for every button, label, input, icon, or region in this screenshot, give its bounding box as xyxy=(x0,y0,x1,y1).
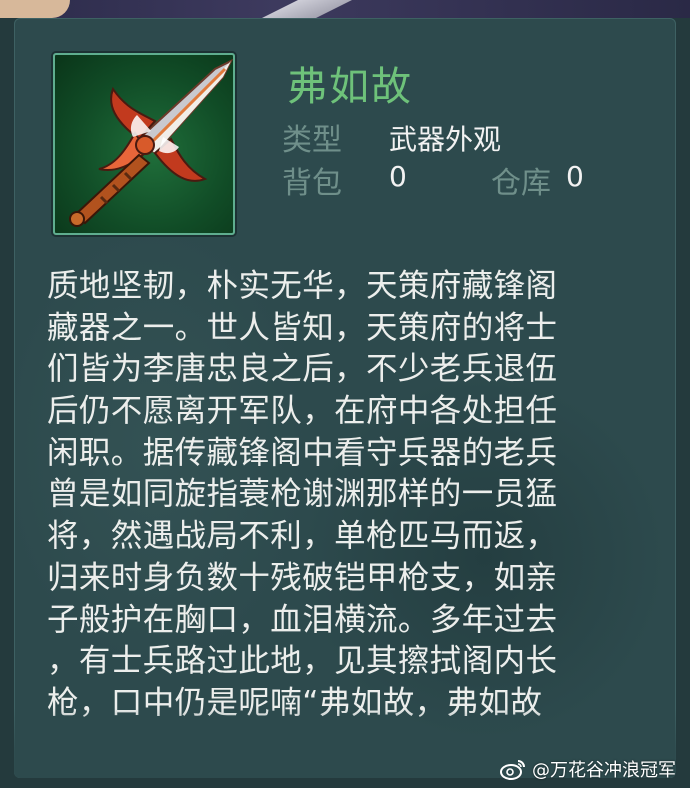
type-value: 武器外观 xyxy=(389,123,502,156)
bag-label: 背包 xyxy=(282,166,342,201)
description-line: 将，然遇战局不利，单枪匹马而返， xyxy=(47,518,558,555)
description-line: 曾是如同旋指蓑枪谢渊那样的一员猛 xyxy=(47,476,558,513)
background-art-strip xyxy=(0,0,690,18)
type-label: 类型 xyxy=(282,123,342,158)
watermark-text: @万花谷冲浪冠军 xyxy=(532,760,676,781)
bag-count: 0 xyxy=(389,160,407,193)
description-line: 归来时身负数十残破铠甲枪支，如亲 xyxy=(47,559,558,596)
storage-count: 0 xyxy=(566,160,584,193)
item-tooltip-panel: 弗如故 类型 武器外观 背包 0 仓库 0 质地坚韧，朴实无华，天策府藏锋阁 藏… xyxy=(14,18,676,778)
weapon-art xyxy=(262,0,352,18)
description-line: 闲职。据传藏锋阁中看守兵器的老兵 xyxy=(47,434,558,471)
description-line: 藏器之一。世人皆知，天策府的将士 xyxy=(47,309,558,346)
description-line: 质地坚韧，朴实无华，天策府藏锋阁 xyxy=(47,268,558,304)
item-icon-frame[interactable] xyxy=(53,53,235,235)
character-art xyxy=(0,0,70,18)
item-name: 弗如故 xyxy=(287,64,413,110)
weibo-icon xyxy=(500,760,525,780)
sword-icon xyxy=(69,58,233,227)
description-line: 子般护在胸口，血泪横流。多年过去 xyxy=(47,601,558,638)
item-description: 质地坚韧，朴实无华，天策府藏锋阁 藏器之一。世人皆知，天策府的将士 们皆为李唐忠… xyxy=(47,266,652,725)
description-line: 们皆为李唐忠良之后，不少老兵退伍 xyxy=(47,351,558,388)
description-line: 后仍不愿离开军队，在府中各处担任 xyxy=(47,393,558,430)
storage-label: 仓库 xyxy=(491,166,551,201)
watermark: @万花谷冲浪冠军 xyxy=(500,756,676,782)
description-line: ，有士兵路过此地，见其擦拭阁内长 xyxy=(47,643,558,680)
